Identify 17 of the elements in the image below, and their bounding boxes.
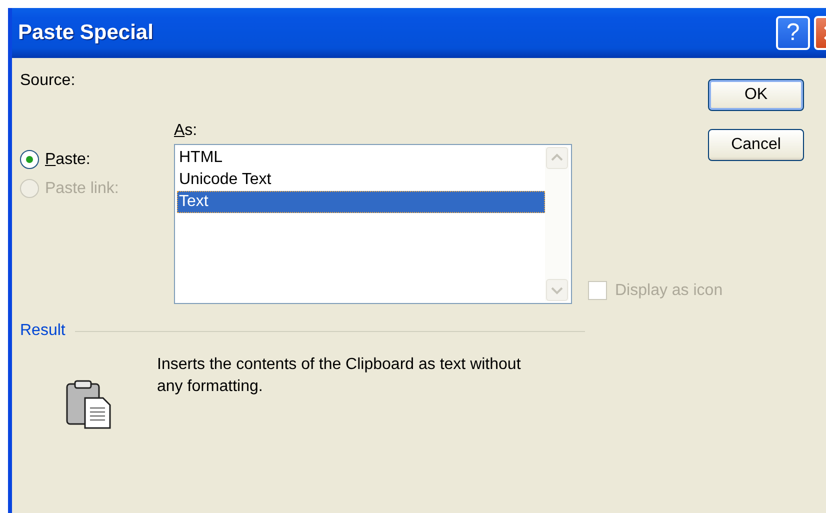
result-description: Inserts the contents of the Clipboard as text without any formatting. [157, 355, 522, 397]
clipboard-icon [66, 380, 112, 430]
window-title: Paste Special [18, 21, 154, 45]
paste-radio[interactable]: Paste: [20, 150, 174, 169]
source-label: Source: [20, 72, 76, 90]
cancel-button[interactable]: Cancel [708, 129, 804, 161]
format-list[interactable]: HTML Unicode Text Text [174, 144, 572, 304]
ok-button[interactable]: OK [708, 79, 804, 111]
result-heading: Result [20, 322, 66, 340]
as-label: As: [174, 122, 198, 140]
scroll-down-icon[interactable] [546, 279, 568, 301]
scroll-up-icon[interactable] [546, 147, 568, 169]
list-item[interactable]: Text [177, 191, 545, 213]
help-button[interactable]: ? [776, 16, 810, 50]
list-item[interactable]: Unicode Text [177, 169, 545, 191]
scrollbar[interactable] [545, 147, 569, 301]
list-item[interactable]: HTML [177, 147, 545, 169]
